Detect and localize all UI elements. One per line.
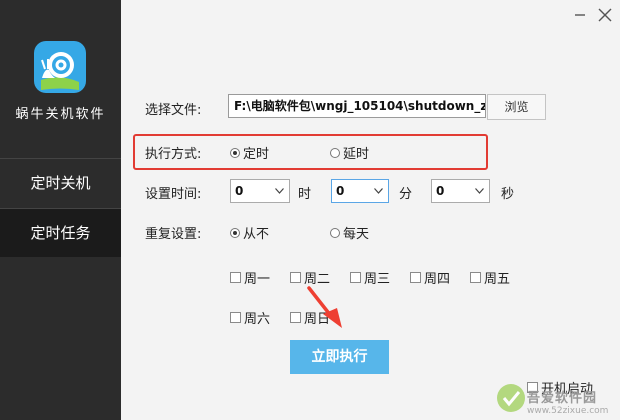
weekday-label: 周一: [244, 272, 271, 287]
repeat-radio-never[interactable]: 从不: [230, 223, 269, 242]
app-name: 蜗牛关机软件: [15, 107, 106, 122]
sidebar-item-scheduled-shutdown[interactable]: 定时关机: [0, 159, 121, 207]
checkbox-icon: [230, 272, 241, 283]
close-icon: [598, 8, 612, 22]
checkbox-icon: [290, 272, 301, 283]
weekday-label: 周五: [484, 272, 511, 287]
minimize-icon: [575, 14, 585, 16]
time-label: 设置时间:: [145, 187, 202, 202]
chevron-down-icon: [275, 188, 284, 194]
repeat-option-daily-label: 每天: [343, 227, 370, 242]
mode-radio-timed[interactable]: 定时: [230, 143, 269, 162]
radio-unselected-icon: [330, 147, 340, 158]
checkbox-icon: [410, 272, 421, 283]
watermark-name: 吾爱软件园: [527, 391, 598, 406]
repeat-radio-daily[interactable]: 每天: [330, 223, 369, 242]
close-button[interactable]: [595, 5, 615, 25]
second-unit: 秒: [501, 187, 515, 202]
checkbox-icon: [230, 312, 241, 323]
hour-value: 0: [235, 184, 244, 198]
checkbox-icon: [290, 312, 301, 323]
second-value: 0: [436, 184, 445, 198]
chevron-down-icon: [374, 188, 383, 194]
watermark-url: www.52zixue.com: [527, 406, 609, 416]
mode-option-delay-label: 延时: [343, 147, 370, 162]
weekday-label: 周四: [424, 272, 451, 287]
second-select[interactable]: 0: [431, 179, 490, 203]
weekday-checkbox-sat[interactable]: 周六: [230, 308, 270, 327]
weekday-checkbox-mon[interactable]: 周一: [230, 268, 270, 287]
radio-selected-icon: [230, 227, 240, 238]
repeat-label: 重复设置:: [145, 227, 202, 242]
weekday-label: 周六: [244, 312, 271, 327]
weekday-label: 周三: [364, 272, 391, 287]
radio-selected-icon: [230, 147, 240, 158]
checkbox-icon: [350, 272, 361, 283]
repeat-option-never-label: 从不: [243, 227, 270, 242]
hour-select[interactable]: 0: [230, 179, 290, 203]
file-path-field[interactable]: F:\电脑软件包\wngj_105104\shutdown_zca: [228, 94, 486, 118]
run-now-button[interactable]: 立即执行: [290, 340, 389, 374]
mode-radio-delay[interactable]: 延时: [330, 143, 369, 162]
sidebar-item-scheduled-task[interactable]: 定时任务: [0, 209, 121, 257]
mode-label: 执行方式:: [145, 147, 202, 162]
weekday-checkbox-wed[interactable]: 周三: [350, 268, 390, 287]
sidebar: 蜗牛关机软件 定时关机 定时任务: [0, 0, 121, 420]
weekday-checkbox-thu[interactable]: 周四: [410, 268, 450, 287]
pointer-arrow-icon: [307, 286, 342, 328]
weekday-checkbox-tue[interactable]: 周二: [290, 268, 330, 287]
weekday-checkbox-fri[interactable]: 周五: [470, 268, 510, 287]
mode-option-timed-label: 定时: [243, 147, 270, 162]
hour-unit: 时: [298, 187, 312, 202]
checkbox-icon: [470, 272, 481, 283]
minute-unit: 分: [399, 187, 413, 202]
file-label: 选择文件:: [145, 103, 202, 118]
radio-unselected-icon: [330, 227, 340, 238]
chevron-down-icon: [475, 188, 484, 194]
minimize-button[interactable]: [570, 5, 590, 25]
weekday-label: 周二: [304, 272, 331, 287]
snail-logo-icon: [33, 40, 87, 94]
minute-value: 0: [336, 184, 345, 198]
minute-select[interactable]: 0: [331, 179, 389, 203]
browse-button[interactable]: 浏览: [487, 94, 546, 120]
